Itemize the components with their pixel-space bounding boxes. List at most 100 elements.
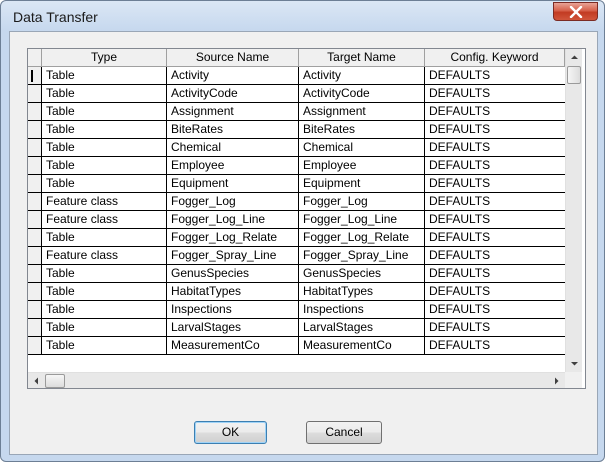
target-name-cell[interactable]: GenusSpecies [299, 265, 425, 283]
table-row[interactable]: Table Employee Employee DEFAULTS [28, 157, 565, 175]
row-selector[interactable] [28, 283, 42, 301]
config-keyword-cell[interactable]: DEFAULTS [425, 121, 565, 139]
target-name-cell[interactable]: Fogger_Log_Relate [299, 229, 425, 247]
config-keyword-cell[interactable]: DEFAULTS [425, 67, 565, 85]
source-name-cell[interactable]: Equipment [167, 175, 299, 193]
source-name-cell[interactable]: Assignment [167, 103, 299, 121]
row-selector[interactable] [28, 67, 42, 85]
source-name-cell[interactable]: Fogger_Spray_Line [167, 247, 299, 265]
table-row[interactable]: Feature class Fogger_Log_Line Fogger_Log_L… [28, 211, 565, 229]
horizontal-scrollbar[interactable] [28, 372, 565, 388]
column-header-target-name[interactable]: Target Name [299, 49, 425, 67]
target-name-cell[interactable]: Employee [299, 157, 425, 175]
type-cell[interactable]: Table [42, 175, 167, 193]
table-row[interactable]: Feature class Fogger_Spray_Line Fogger_Spr… [28, 247, 565, 265]
type-cell[interactable]: Table [42, 139, 167, 157]
source-name-cell[interactable]: Fogger_Log [167, 193, 299, 211]
type-cell[interactable]: Table [42, 265, 167, 283]
row-selector[interactable] [28, 85, 42, 103]
config-keyword-cell[interactable]: DEFAULTS [425, 319, 565, 337]
cancel-button[interactable]: Cancel [306, 421, 382, 444]
row-selector[interactable] [28, 121, 42, 139]
row-selector[interactable] [28, 319, 42, 337]
config-keyword-cell[interactable]: DEFAULTS [425, 193, 565, 211]
row-selector[interactable] [28, 211, 42, 229]
type-cell[interactable]: Table [42, 103, 167, 121]
source-name-cell[interactable]: MeasurementCo [167, 337, 299, 355]
target-name-cell[interactable]: Chemical [299, 139, 425, 157]
source-name-cell[interactable]: GenusSpecies [167, 265, 299, 283]
target-name-cell[interactable]: Equipment [299, 175, 425, 193]
horizontal-scroll-thumb[interactable] [45, 374, 65, 388]
type-cell[interactable]: Table [42, 337, 167, 355]
type-cell[interactable]: Feature class [42, 211, 167, 229]
table-row[interactable]: Table MeasurementCo MeasurementCo DEFAULTS [28, 337, 565, 355]
source-name-cell[interactable]: Chemical [167, 139, 299, 157]
type-cell[interactable]: Feature class [42, 247, 167, 265]
scroll-left-button[interactable] [28, 373, 45, 388]
target-name-cell[interactable]: MeasurementCo [299, 337, 425, 355]
target-name-cell[interactable]: ActivityCode [299, 85, 425, 103]
column-header-type[interactable]: Type [42, 49, 167, 67]
vertical-scroll-thumb[interactable] [567, 66, 581, 84]
target-name-cell[interactable]: Activity [299, 67, 425, 85]
source-name-cell[interactable]: Activity [167, 67, 299, 85]
row-selector[interactable] [28, 337, 42, 355]
config-keyword-cell[interactable]: DEFAULTS [425, 103, 565, 121]
config-keyword-cell[interactable]: DEFAULTS [425, 229, 565, 247]
row-selector[interactable] [28, 139, 42, 157]
target-name-cell[interactable]: Fogger_Log [299, 193, 425, 211]
source-name-cell[interactable]: HabitatTypes [167, 283, 299, 301]
target-name-cell[interactable]: HabitatTypes [299, 283, 425, 301]
type-cell[interactable]: Table [42, 85, 167, 103]
row-selector[interactable] [28, 229, 42, 247]
column-header-source-name[interactable]: Source Name [167, 49, 299, 67]
config-keyword-cell[interactable]: DEFAULTS [425, 301, 565, 319]
source-name-cell[interactable]: LarvalStages [167, 319, 299, 337]
config-keyword-cell[interactable]: DEFAULTS [425, 85, 565, 103]
source-name-cell[interactable]: Employee [167, 157, 299, 175]
config-keyword-cell[interactable]: DEFAULTS [425, 265, 565, 283]
config-keyword-cell[interactable]: DEFAULTS [425, 283, 565, 301]
type-cell[interactable]: Table [42, 283, 167, 301]
row-selector[interactable] [28, 157, 42, 175]
table-row[interactable]: Table LarvalStages LarvalStages DEFAULTS [28, 319, 565, 337]
table-row[interactable]: Table BiteRates BiteRates DEFAULTS [28, 121, 565, 139]
source-name-cell[interactable]: Fogger_Log_Relate [167, 229, 299, 247]
type-cell[interactable]: Feature class [42, 193, 167, 211]
scroll-right-button[interactable] [548, 373, 565, 388]
config-keyword-cell[interactable]: DEFAULTS [425, 247, 565, 265]
config-keyword-cell[interactable]: DEFAULTS [425, 139, 565, 157]
target-name-cell[interactable]: LarvalStages [299, 319, 425, 337]
table-row[interactable]: Table ActivityCode ActivityCode DEFAULTS [28, 85, 565, 103]
ok-button[interactable]: OK [194, 421, 267, 444]
type-cell[interactable]: Table [42, 229, 167, 247]
type-cell[interactable]: Table [42, 301, 167, 319]
row-selector[interactable] [28, 193, 42, 211]
config-keyword-cell[interactable]: DEFAULTS [425, 337, 565, 355]
scroll-down-button[interactable] [566, 355, 583, 372]
target-name-cell[interactable]: Fogger_Spray_Line [299, 247, 425, 265]
table-row[interactable]: Table Assignment Assignment DEFAULTS [28, 103, 565, 121]
scroll-up-button[interactable] [566, 49, 583, 66]
target-name-cell[interactable]: Assignment [299, 103, 425, 121]
table-row[interactable]: Table Inspections Inspections DEFAULTS [28, 301, 565, 319]
row-selector[interactable] [28, 103, 42, 121]
config-keyword-cell[interactable]: DEFAULTS [425, 157, 565, 175]
row-selector[interactable] [28, 265, 42, 283]
table-row[interactable]: Feature class Fogger_Log Fogger_Log DEFAULT… [28, 193, 565, 211]
target-name-cell[interactable]: Fogger_Log_Line [299, 211, 425, 229]
source-name-cell[interactable]: Inspections [167, 301, 299, 319]
source-name-cell[interactable]: ActivityCode [167, 85, 299, 103]
table-row[interactable]: Table GenusSpecies GenusSpecies DEFAULTS [28, 265, 565, 283]
source-name-cell[interactable]: BiteRates [167, 121, 299, 139]
config-keyword-cell[interactable]: DEFAULTS [425, 175, 565, 193]
target-name-cell[interactable]: BiteRates [299, 121, 425, 139]
table-row[interactable]: Table Activity Activity DEFAULTS [28, 67, 565, 85]
type-cell[interactable]: Table [42, 67, 167, 85]
vertical-scrollbar[interactable] [565, 49, 582, 372]
target-name-cell[interactable]: Inspections [299, 301, 425, 319]
table-row[interactable]: Table Fogger_Log_Relate Fogger_Log_Relate D… [28, 229, 565, 247]
row-selector[interactable] [28, 175, 42, 193]
close-button[interactable] [553, 2, 598, 21]
